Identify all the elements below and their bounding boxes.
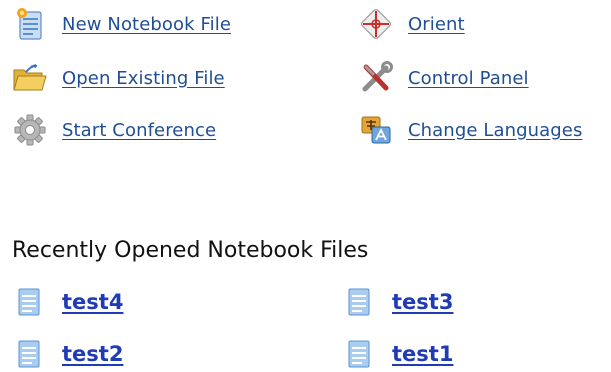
language-icon (356, 110, 396, 150)
recent-file-item[interactable]: test1 (344, 336, 453, 372)
notebook-file-icon (344, 284, 376, 320)
control-panel-link[interactable]: Control Panel (356, 58, 529, 98)
recent-file-link[interactable]: test3 (392, 290, 453, 314)
change-languages-link[interactable]: Change Languages (356, 110, 582, 150)
notebook-file-icon (344, 336, 376, 372)
change-languages-label[interactable]: Change Languages (408, 120, 582, 141)
control-panel-label[interactable]: Control Panel (408, 68, 529, 89)
new-notebook-file-link[interactable]: New Notebook File (10, 4, 231, 44)
open-existing-file-link[interactable]: Open Existing File (10, 58, 225, 98)
start-conference-label[interactable]: Start Conference (62, 120, 216, 141)
open-existing-file-label[interactable]: Open Existing File (62, 68, 225, 89)
new-document-icon (10, 4, 50, 44)
recent-file-item[interactable]: test4 (14, 284, 123, 320)
recent-file-link[interactable]: test1 (392, 342, 453, 366)
notebook-file-icon (14, 336, 46, 372)
orient-link[interactable]: Orient (356, 4, 465, 44)
recent-file-link[interactable]: test4 (62, 290, 123, 314)
notebook-file-icon (14, 284, 46, 320)
recent-file-item[interactable]: test3 (344, 284, 453, 320)
gear-icon (10, 110, 50, 150)
recent-files-heading: Recently Opened Notebook Files (12, 238, 369, 263)
orient-label[interactable]: Orient (408, 14, 465, 35)
recent-file-link[interactable]: test2 (62, 342, 123, 366)
crosshair-icon (356, 4, 396, 44)
new-notebook-file-label[interactable]: New Notebook File (62, 14, 231, 35)
start-conference-link[interactable]: Start Conference (10, 110, 216, 150)
recent-file-item[interactable]: test2 (14, 336, 123, 372)
open-folder-icon (10, 58, 50, 98)
tools-icon (356, 58, 396, 98)
